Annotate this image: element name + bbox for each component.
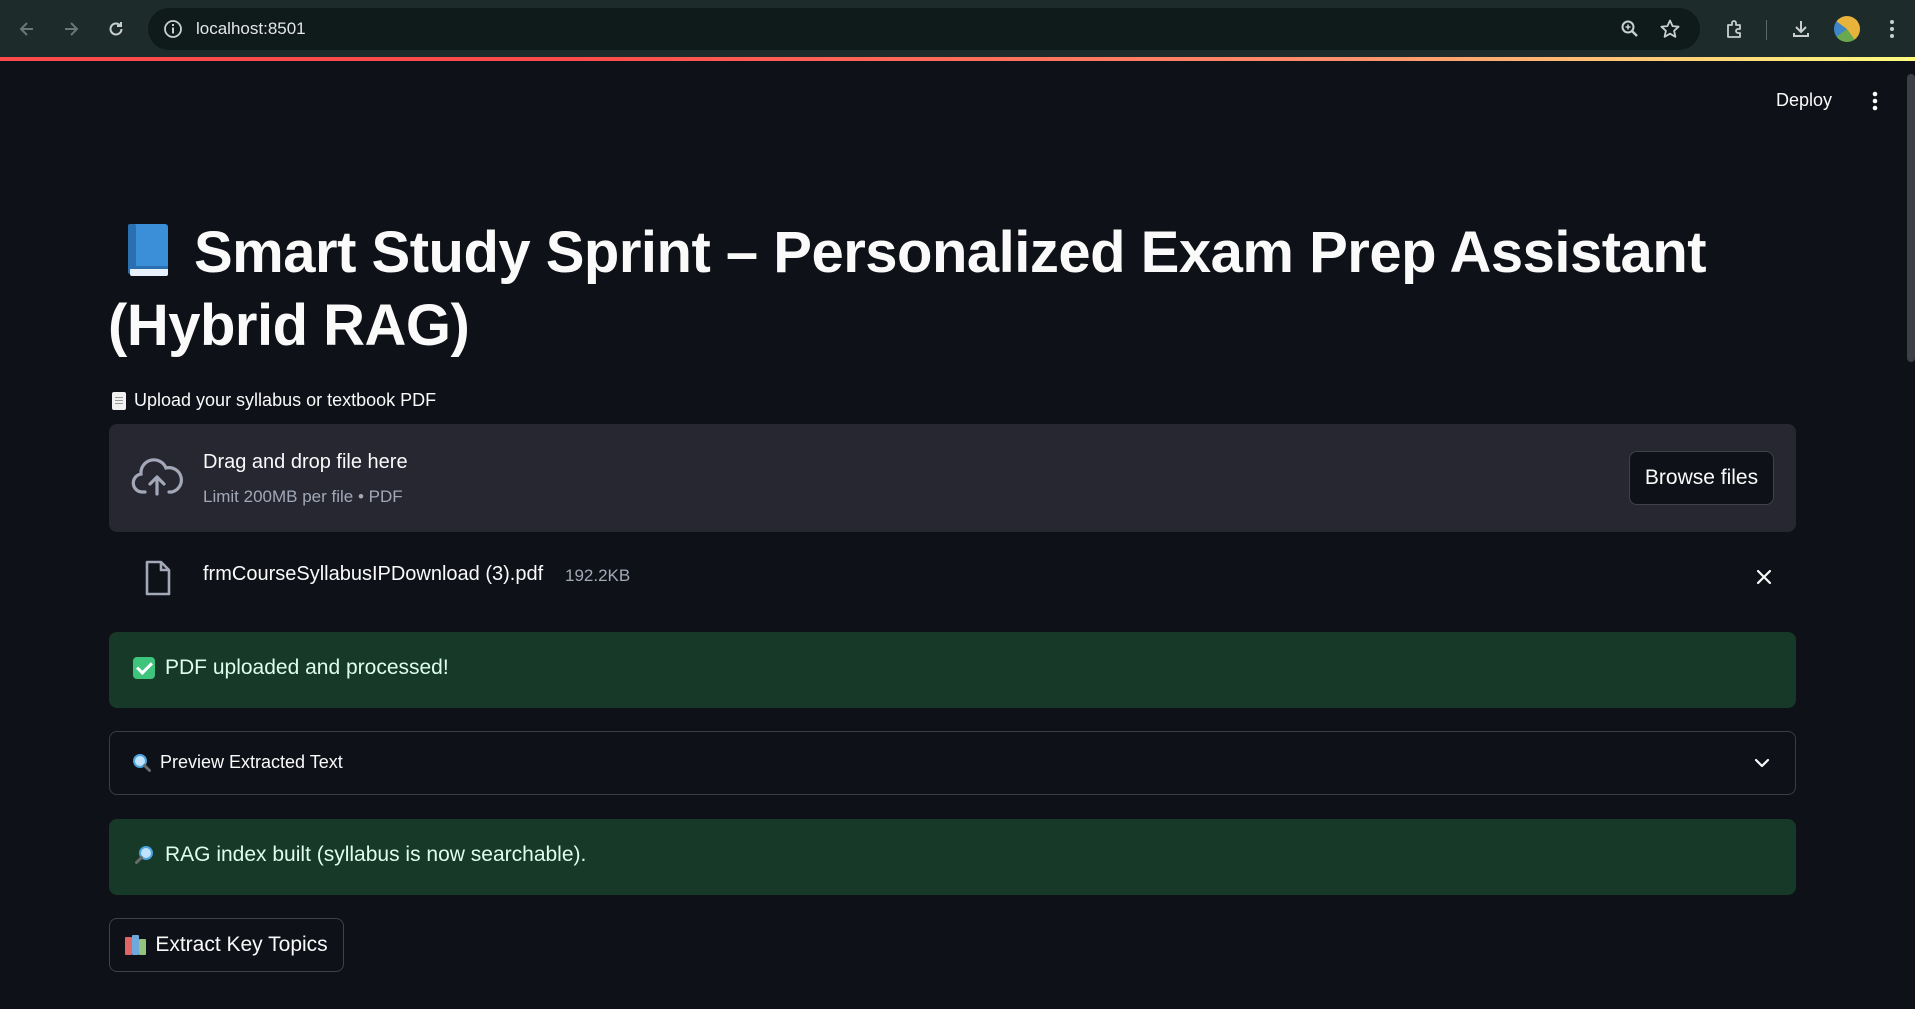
upload-label: Upload your syllabus or textbook PDF [112, 390, 436, 411]
forward-arrow-icon[interactable] [56, 14, 86, 44]
browser-toolbar: localhost:8501 [0, 0, 1915, 57]
file-size: 192.2KB [565, 566, 631, 585]
zoom-icon[interactable] [1618, 17, 1642, 41]
success-message: PDF uploaded and processed! [165, 656, 449, 679]
app-decoration-bar [0, 57, 1915, 61]
rag-index-alert: RAG index built (syllabus is now searcha… [109, 819, 1796, 895]
cloud-upload-icon [131, 458, 183, 496]
check-mark-icon [133, 657, 155, 679]
uploaded-file-item: frmCourseSyllabusIPDownload (3).pdf 192.… [109, 548, 1796, 608]
reload-icon[interactable] [101, 14, 131, 44]
books-icon [125, 935, 147, 955]
rag-index-message: RAG index built (syllabus is now searcha… [165, 843, 587, 866]
toolbar-divider [1766, 20, 1767, 40]
file-dropzone[interactable]: Drag and drop file here Limit 200MB per … [109, 424, 1796, 532]
back-arrow-icon[interactable] [12, 14, 42, 44]
bookmark-star-icon[interactable] [1658, 17, 1682, 41]
blue-book-icon [124, 222, 172, 278]
magnifying-glass-icon [135, 846, 153, 864]
deploy-button[interactable]: Deploy [1770, 86, 1838, 115]
page-title: Smart Study Sprint – Personalized Exam P… [108, 216, 1808, 362]
extract-key-topics-button[interactable]: Extract Key Topics [109, 918, 344, 972]
remove-file-icon[interactable] [1749, 562, 1779, 592]
browse-files-button[interactable]: Browse files [1629, 451, 1774, 505]
dropzone-limit-text: Limit 200MB per file • PDF [203, 487, 403, 506]
site-info-icon[interactable] [162, 18, 184, 40]
browser-menu-icon[interactable] [1877, 14, 1907, 44]
preview-expander[interactable]: Preview Extracted Text [109, 731, 1796, 795]
success-alert: PDF uploaded and processed! [109, 632, 1796, 708]
dropzone-title: Drag and drop file here [203, 451, 408, 473]
chevron-down-icon[interactable] [1751, 752, 1773, 774]
page-title-text: Smart Study Sprint – Personalized Exam P… [108, 220, 1707, 358]
upload-label-text: Upload your syllabus or textbook PDF [134, 390, 437, 410]
file-name: frmCourseSyllabusIPDownload (3).pdf [203, 563, 544, 585]
preview-label: Preview Extracted Text [160, 752, 343, 772]
file-icon [145, 560, 171, 596]
page-scrollbar[interactable] [1907, 74, 1915, 362]
address-bar[interactable]: localhost:8501 [148, 8, 1700, 50]
page-facing-up-icon [112, 391, 126, 410]
extract-key-topics-label: Extract Key Topics [155, 933, 328, 956]
magnifying-glass-icon [133, 753, 151, 772]
extensions-icon[interactable] [1720, 14, 1750, 44]
url-text[interactable]: localhost:8501 [196, 19, 306, 39]
app-menu-icon[interactable] [1862, 86, 1888, 116]
download-icon[interactable] [1786, 14, 1816, 44]
profile-avatar[interactable] [1834, 16, 1860, 42]
